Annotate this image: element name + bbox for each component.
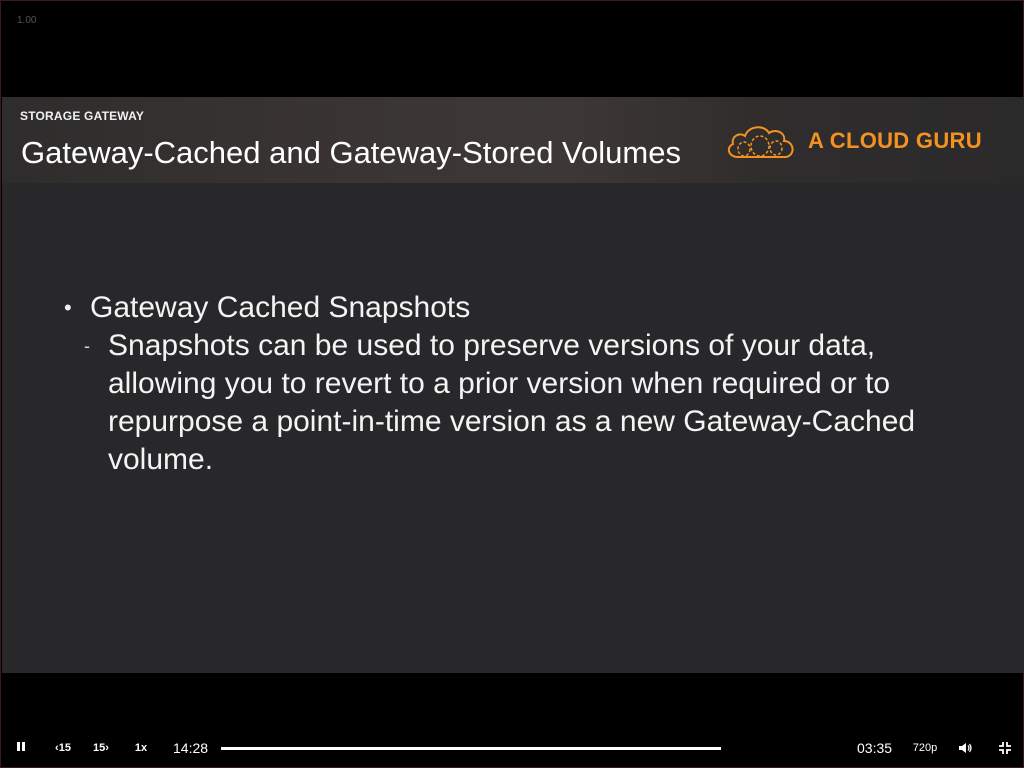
logo-text: A CLOUD GURU — [808, 128, 982, 153]
bullet-list: • Gateway Cached Snapshots - Snapshots c… — [62, 289, 962, 479]
sub-bullet-item: - Snapshots can be used to preserve vers… — [84, 327, 962, 479]
quality-button[interactable]: 720p — [909, 740, 941, 756]
bullet-text: Gateway Cached Snapshots — [90, 291, 471, 324]
pause-button[interactable] — [13, 741, 29, 755]
sub-bullet-text: Snapshots can be used to preserve versio… — [108, 329, 916, 476]
progress-fill — [221, 747, 721, 750]
progress-bar[interactable] — [221, 747, 721, 750]
skip-forward-15-button[interactable]: 15› — [87, 740, 115, 756]
remaining-time: 03:35 — [857, 740, 893, 756]
playback-rate-button[interactable]: 1x — [131, 740, 151, 756]
volume-button[interactable] — [956, 740, 974, 756]
slide-header: STORAGE GATEWAY Gateway-Cached and Gatew… — [2, 97, 1024, 183]
skip-back-15-button[interactable]: ‹15 — [49, 740, 77, 756]
pause-icon — [16, 742, 26, 754]
speed-overlay: 1.00 — [17, 15, 37, 26]
bullet-dot-icon: • — [64, 295, 72, 320]
bullet-item: • Gateway Cached Snapshots — [62, 289, 962, 327]
brand-logo: A CLOUD GURU — [724, 119, 982, 163]
slide-title: Gateway-Cached and Gateway-Stored Volume… — [21, 135, 681, 170]
elapsed-time: 14:28 — [173, 740, 209, 756]
slide: STORAGE GATEWAY Gateway-Cached and Gatew… — [2, 97, 1024, 673]
cloud-logo-icon — [727, 126, 794, 158]
slide-kicker: STORAGE GATEWAY — [20, 109, 145, 123]
player-controls: ‹15 15› 1x 14:28 03:35 720p — [1, 729, 1024, 767]
dash-icon: - — [84, 336, 90, 356]
exit-fullscreen-icon — [999, 742, 1011, 754]
exit-fullscreen-button[interactable] — [997, 740, 1013, 756]
video-player[interactable]: 1.00 STORAGE GATEWAY Gateway-Cached and … — [0, 0, 1024, 768]
volume-icon — [959, 743, 972, 753]
